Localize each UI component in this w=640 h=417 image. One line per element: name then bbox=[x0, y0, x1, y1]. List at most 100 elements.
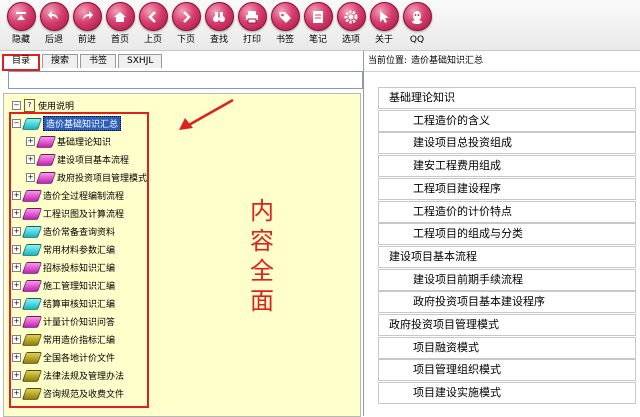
expand-icon[interactable]: + bbox=[12, 299, 21, 308]
toolbar: 隐藏 后退 前进 首页 上页 下页 查找 打印 书签 笔记 选项 关于 QQ bbox=[0, 0, 640, 51]
annotation-char: 容 bbox=[250, 227, 274, 255]
tree-item-label: 全国各地计价文件 bbox=[43, 354, 116, 364]
gear-icon bbox=[336, 2, 366, 31]
book-icon bbox=[21, 207, 43, 220]
toolbar-button-11[interactable]: 选项 bbox=[334, 2, 368, 48]
toolbar-button-label: 笔记 bbox=[308, 35, 327, 45]
toolbar-button-5[interactable]: 上页 bbox=[136, 2, 170, 48]
toolbar-button-9[interactable]: 书签 bbox=[268, 2, 302, 48]
tree-item-label: 结算审核知识汇编 bbox=[43, 300, 116, 310]
collapse-icon[interactable]: − bbox=[12, 119, 21, 128]
expand-icon[interactable]: + bbox=[12, 281, 21, 290]
toolbar-button-1[interactable]: 隐藏 bbox=[4, 2, 38, 48]
tab-0[interactable]: 目录 bbox=[2, 54, 41, 71]
toolbar-button-7[interactable]: 查找 bbox=[202, 2, 236, 48]
section-heading[interactable]: 基础理论知识 bbox=[378, 87, 636, 109]
toolbar-button-3[interactable]: 前进 bbox=[70, 2, 104, 48]
tree-item-root[interactable]: −? 使用说明 bbox=[12, 98, 74, 113]
tree-item[interactable]: + 法律法规及管理办法 bbox=[12, 368, 124, 383]
nav-tabs: 目录 搜索 书签 SXHJL bbox=[2, 54, 164, 71]
section-heading[interactable]: 建设项目基本流程 bbox=[378, 245, 636, 268]
content-link[interactable]: 项目管理组织模式 bbox=[378, 359, 636, 382]
content-link[interactable]: 项目融资模式 bbox=[378, 336, 636, 359]
tree-item[interactable]: + 常用造价指标汇编 bbox=[12, 332, 115, 347]
expand-icon[interactable]: + bbox=[12, 371, 21, 380]
annotation-text: 内容全面 bbox=[247, 196, 277, 316]
content-link[interactable]: 建安工程费用组成 bbox=[378, 155, 636, 178]
expand-icon[interactable]: + bbox=[12, 317, 21, 326]
tree-item[interactable]: − 造价基础知识汇总 bbox=[12, 116, 122, 131]
annotation-arrow-icon bbox=[179, 98, 234, 130]
content-link[interactable]: 工程造价的含义 bbox=[378, 109, 636, 132]
expand-icon[interactable]: + bbox=[26, 173, 35, 182]
toolbar-button-8[interactable]: 打印 bbox=[235, 2, 269, 48]
location-prefix: 当前位置: bbox=[368, 56, 408, 66]
tree-item[interactable]: + 建设项目基本流程 bbox=[26, 152, 129, 167]
tab-2[interactable]: 书签 bbox=[80, 54, 117, 68]
tree-item[interactable]: + 工程识图及计算流程 bbox=[12, 206, 124, 221]
expand-icon[interactable]: + bbox=[12, 245, 21, 254]
tree-item[interactable]: + 政府投资项目管理模式 bbox=[26, 170, 147, 185]
tree-item[interactable]: + 招标投标知识汇编 bbox=[12, 260, 115, 275]
expand-icon[interactable]: + bbox=[26, 155, 35, 164]
location-bar: 当前位置: 造价基础知识汇总 bbox=[364, 51, 640, 72]
toolbar-button-label: 上页 bbox=[143, 35, 162, 45]
forward-arrow-icon bbox=[72, 2, 102, 31]
tree-item[interactable]: + 造价全过程编制流程 bbox=[12, 188, 124, 203]
toolbar-button-2[interactable]: 后退 bbox=[37, 2, 71, 48]
tree-item[interactable]: + 常用材料参数汇编 bbox=[12, 242, 115, 257]
book-icon bbox=[21, 315, 43, 328]
tree-item-label: 法律法规及管理办法 bbox=[43, 372, 125, 382]
tree-item[interactable]: + 基础理论知识 bbox=[26, 134, 111, 149]
toolbar-button-6[interactable]: 下页 bbox=[169, 2, 203, 48]
tree-item[interactable]: + 计量计价知识问答 bbox=[12, 314, 115, 329]
pointer-icon bbox=[369, 2, 399, 31]
tree-item[interactable]: + 全国各地计价文件 bbox=[12, 350, 115, 365]
expand-icon[interactable]: + bbox=[12, 263, 21, 272]
toolbar-button-13[interactable]: QQ bbox=[400, 2, 434, 48]
tree-item[interactable]: + 咨询规范及收费文件 bbox=[12, 386, 124, 401]
tree-item[interactable]: + 造价常备查询资料 bbox=[12, 224, 115, 239]
content-link[interactable]: 工程项目建设程序 bbox=[378, 177, 636, 200]
location-value: 造价基础知识汇总 bbox=[411, 56, 484, 66]
help-document-icon: ? bbox=[24, 99, 35, 112]
content-list: 基础理论知识 工程造价的含义 建设项目总投资组成 建安工程费用组成 工程项目建设程序 工程… bbox=[378, 87, 636, 416]
content-link[interactable]: 工程项目的组成与分类 bbox=[378, 223, 636, 246]
toolbar-button-label: 关于 bbox=[374, 35, 393, 45]
tree-item[interactable]: + 施工管理知识汇编 bbox=[12, 278, 115, 293]
expand-icon[interactable]: + bbox=[12, 353, 21, 362]
book-icon bbox=[21, 297, 43, 310]
content-link[interactable]: 工程造价的计价特点 bbox=[378, 200, 636, 223]
toolbar-button-12[interactable]: 关于 bbox=[367, 2, 401, 48]
tab-1[interactable]: 搜索 bbox=[42, 54, 79, 68]
home-icon bbox=[105, 2, 135, 31]
content-link[interactable]: 建设项目总投资组成 bbox=[378, 132, 636, 155]
section-heading[interactable]: 政府投资项目管理模式 bbox=[378, 314, 636, 336]
tab-3[interactable]: SXHJL bbox=[118, 54, 163, 68]
collapse-icon[interactable]: − bbox=[12, 101, 21, 110]
tree-item-label: 咨询规范及收费文件 bbox=[43, 390, 125, 400]
tree-item-label: 造价全过程编制流程 bbox=[43, 192, 125, 202]
content-link[interactable]: 项目建设实施模式 bbox=[378, 382, 636, 405]
toolbar-button-label: 选项 bbox=[341, 35, 360, 45]
tree-item-label: 常用造价指标汇编 bbox=[43, 336, 116, 346]
content-link[interactable]: 建设项目前期手续流程 bbox=[378, 268, 636, 291]
chevron-right-icon bbox=[171, 2, 201, 31]
book-icon bbox=[21, 369, 43, 382]
tree-item-label: 建设项目基本流程 bbox=[57, 156, 130, 166]
toolbar-button-10[interactable]: 笔记 bbox=[301, 2, 335, 48]
tree-search-input[interactable] bbox=[8, 71, 363, 89]
content-link[interactable]: 政府投资项目基本建设程序 bbox=[378, 291, 636, 314]
toolbar-button-4[interactable]: 首页 bbox=[103, 2, 137, 48]
arrow-down-bar-icon bbox=[6, 2, 36, 31]
expand-icon[interactable]: + bbox=[12, 335, 21, 344]
expand-icon[interactable]: + bbox=[12, 227, 21, 236]
tree-item[interactable]: + 结算审核知识汇编 bbox=[12, 296, 115, 311]
book-icon bbox=[21, 261, 43, 274]
content-panel: 当前位置: 造价基础知识汇总 基础理论知识 工程造价的含义 建设项目总投资组成 建安工程… bbox=[364, 51, 640, 416]
expand-icon[interactable]: + bbox=[26, 137, 35, 146]
expand-icon[interactable]: + bbox=[12, 389, 21, 398]
expand-icon[interactable]: + bbox=[12, 191, 21, 200]
tree-item-label: 造价基础知识汇总 bbox=[43, 116, 122, 131]
expand-icon[interactable]: + bbox=[12, 209, 21, 218]
